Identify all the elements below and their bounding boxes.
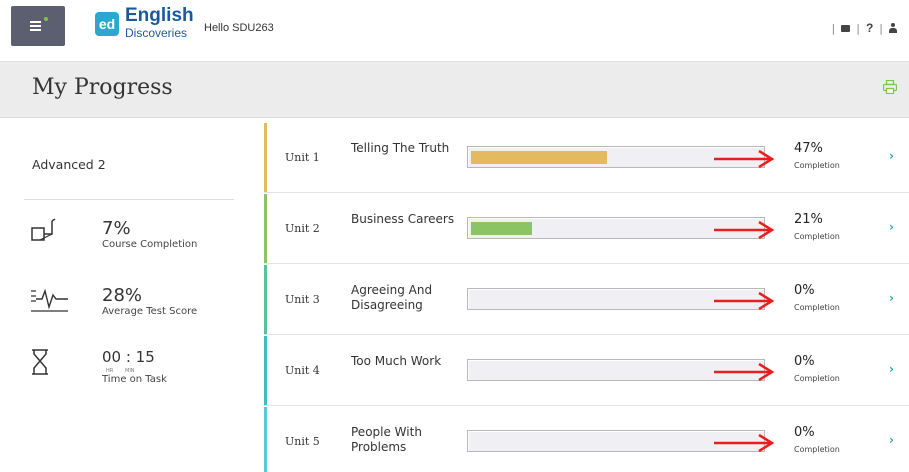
chevron-right-icon[interactable]: › xyxy=(889,220,894,234)
row-divider xyxy=(264,334,909,335)
top-right-toolbar: | | ? | xyxy=(831,21,897,35)
course-level: Advanced 2 xyxy=(32,157,106,172)
logo-subtitle: Discoveries xyxy=(125,26,188,40)
completion-percent: 0% xyxy=(794,425,815,440)
completion-label: Completion xyxy=(794,303,840,312)
row-divider xyxy=(264,263,909,264)
completion-percent: 47% xyxy=(794,141,823,156)
unit-color-edge xyxy=(264,407,267,472)
hourglass-icon xyxy=(32,349,48,375)
help-icon[interactable]: ? xyxy=(866,21,873,35)
annotation-arrow-icon xyxy=(714,362,775,382)
unit-row[interactable]: Unit 3 Agreeing And Disagreeing 0% Compl… xyxy=(264,265,909,335)
unit-row[interactable]: Unit 4 Too Much Work 0% Completion › xyxy=(264,336,909,406)
unit-number: Unit 3 xyxy=(285,293,320,306)
separator: | xyxy=(831,21,836,35)
unit-color-edge xyxy=(264,336,267,406)
separator: | xyxy=(856,21,860,35)
unit-number: Unit 2 xyxy=(285,222,320,235)
completion-label: Completion xyxy=(794,232,840,241)
time-on-task-stat: 00 : 15 HR MIN Time on Task xyxy=(30,348,250,398)
top-bar: ed English Discoveries Hello SDU263 | | … xyxy=(0,0,909,62)
completion-label: Completion xyxy=(794,161,840,170)
summary-panel: Advanced 2 7% Course Completion 28% Aver… xyxy=(0,123,262,472)
average-test-score-value: 28% xyxy=(102,285,143,306)
unit-name: Agreeing And Disagreeing xyxy=(351,283,433,312)
time-on-task-label: Time on Task xyxy=(102,374,167,385)
unit-row[interactable]: Unit 2 Business Careers 21% Completion › xyxy=(264,194,909,264)
unit-color-edge xyxy=(264,194,267,264)
completion-percent: 0% xyxy=(794,354,815,369)
progress-fill xyxy=(471,222,532,235)
page-title: My Progress xyxy=(32,75,173,100)
unit-row[interactable]: Unit 1 Telling The Truth 47% Completion … xyxy=(264,123,909,193)
unit-number: Unit 1 xyxy=(285,151,320,164)
completion-percent: 0% xyxy=(794,283,815,298)
average-test-score-stat: 28% Average Test Score xyxy=(30,285,250,335)
menu-icon-bar xyxy=(30,25,41,27)
annotation-arrow-icon xyxy=(714,220,775,240)
user-icon[interactable] xyxy=(889,23,897,33)
row-divider xyxy=(264,405,909,406)
unit-name: Telling The Truth xyxy=(351,141,450,155)
separator: | xyxy=(879,21,883,35)
annotation-arrow-icon xyxy=(714,149,775,169)
average-test-score-label: Average Test Score xyxy=(102,306,198,317)
unit-name: Business Careers xyxy=(351,212,455,226)
menu-icon-bar xyxy=(30,29,41,31)
logo-badge: ed xyxy=(95,12,119,36)
menu-icon xyxy=(30,21,41,23)
completion-label: Completion xyxy=(794,374,840,383)
chevron-right-icon[interactable]: › xyxy=(889,149,894,163)
logo-title: English xyxy=(125,5,194,26)
unit-number: Unit 5 xyxy=(285,435,320,448)
unit-color-edge xyxy=(264,265,267,335)
page-header: My Progress xyxy=(0,62,909,118)
annotation-arrow-icon xyxy=(714,291,775,311)
completion-percent: 21% xyxy=(794,212,823,227)
unit-color-edge xyxy=(264,123,267,193)
unit-row[interactable]: Unit 5 People With Problems 0% Completio… xyxy=(264,407,909,472)
course-completion-label: Course Completion xyxy=(102,239,198,250)
unit-name: Too Much Work xyxy=(351,354,442,368)
menu-button[interactable] xyxy=(11,6,65,46)
time-on-task-value: 00 : 15 xyxy=(102,348,155,366)
greeting: Hello SDU263 xyxy=(204,22,274,34)
unit-name: People With Problems xyxy=(351,425,422,454)
print-icon[interactable] xyxy=(883,80,897,94)
divider xyxy=(24,199,234,200)
book-icon[interactable] xyxy=(841,24,851,32)
progress-fill xyxy=(471,151,607,164)
course-icon xyxy=(31,218,56,241)
score-icon xyxy=(31,288,68,312)
notification-dot xyxy=(44,17,48,21)
annotation-arrow-icon xyxy=(714,433,775,453)
chevron-right-icon[interactable]: › xyxy=(889,433,894,447)
course-completion-stat: 7% Course Completion xyxy=(30,218,250,268)
chevron-right-icon[interactable]: › xyxy=(889,291,894,305)
row-divider xyxy=(264,192,909,193)
chevron-right-icon[interactable]: › xyxy=(889,362,894,376)
completion-label: Completion xyxy=(794,445,840,454)
course-completion-value: 7% xyxy=(102,218,131,239)
unit-number: Unit 4 xyxy=(285,364,320,377)
